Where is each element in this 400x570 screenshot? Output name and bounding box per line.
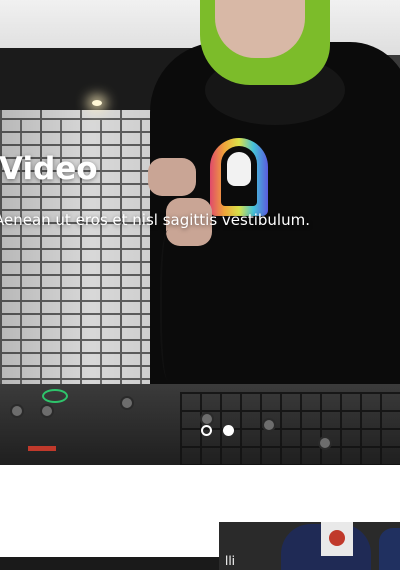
- slider-dot-2-active[interactable]: [223, 425, 234, 436]
- mixer-display-led: [28, 446, 56, 451]
- section-card-dark: [0, 557, 219, 570]
- hero-slider: Video Aenean ut eros et nisl sagittis ve…: [0, 0, 400, 465]
- thumbnail-caption: lli: [225, 554, 236, 568]
- thumbnail-person-secondary: [379, 528, 400, 570]
- slider-pagination: [201, 425, 234, 436]
- slider-dot-1[interactable]: [201, 425, 212, 436]
- mixer-knob: [262, 418, 276, 432]
- mixer-knob: [120, 396, 134, 410]
- hoodie-print-face: [227, 152, 251, 186]
- ceiling-spotlight: [92, 100, 102, 106]
- dj-hand-left: [148, 158, 196, 196]
- hero-title: Video: [0, 151, 98, 187]
- thumbnail-image[interactable]: lli: [219, 522, 400, 570]
- headphone-cable: [160, 230, 180, 380]
- mixer-knob: [10, 404, 24, 418]
- hero-subtitle: Aenean ut eros et nisl sagittis vestibul…: [0, 211, 310, 229]
- thumbnail-shirt-logo: [329, 530, 345, 546]
- mixer-knob: [40, 404, 54, 418]
- mixer-knob: [200, 412, 214, 426]
- mixer-knob: [318, 436, 332, 450]
- jog-ring-light: [42, 389, 68, 403]
